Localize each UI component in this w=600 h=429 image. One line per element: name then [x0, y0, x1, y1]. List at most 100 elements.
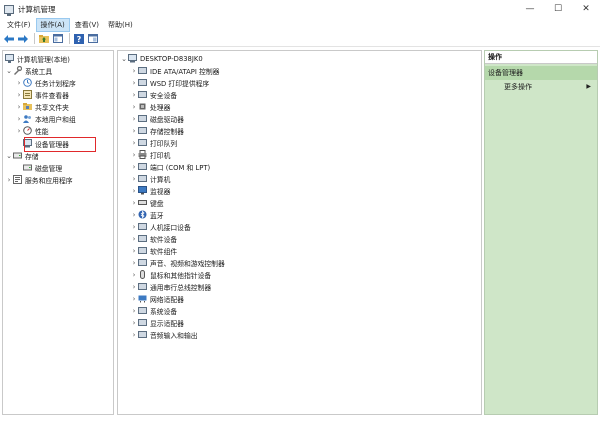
- device-category-label: 计算机: [150, 175, 171, 184]
- device-category[interactable]: › 软件组件: [130, 245, 178, 256]
- up-folder-icon[interactable]: [38, 33, 50, 45]
- tree-item-services-apps[interactable]: › 服务和应用程序: [5, 174, 73, 185]
- expand-chevron-icon[interactable]: ›: [130, 329, 138, 340]
- menu-help[interactable]: 帮助(H): [104, 19, 137, 31]
- console-tree-icon[interactable]: [52, 33, 64, 45]
- device-category[interactable]: › 网络适配器: [130, 293, 184, 304]
- keyboard-icon: [138, 198, 147, 207]
- expand-chevron-icon[interactable]: ›: [130, 89, 138, 100]
- device-category[interactable]: › 显示适配器: [130, 317, 184, 328]
- device-category[interactable]: › 软件设备: [130, 233, 178, 244]
- collapse-chevron-icon[interactable]: ⌄: [120, 53, 128, 64]
- expand-chevron-icon[interactable]: ›: [15, 77, 23, 88]
- tree-item-task-scheduler[interactable]: › 任务计划程序: [15, 77, 76, 88]
- more-actions-link[interactable]: 更多操作: [485, 81, 597, 93]
- properties-icon[interactable]: [87, 33, 99, 45]
- device-category[interactable]: › 声音、视频和游戏控制器: [130, 257, 225, 268]
- collapse-chevron-icon[interactable]: ⌄: [5, 150, 13, 161]
- device-category[interactable]: › 处理器: [130, 101, 171, 112]
- maximize-button[interactable]: ☐: [544, 0, 572, 18]
- close-button[interactable]: ✕: [572, 0, 600, 18]
- expand-chevron-icon[interactable]: ›: [130, 233, 138, 244]
- tree-item-system-tools[interactable]: ⌄ 系统工具: [5, 65, 52, 76]
- expand-chevron-icon[interactable]: ›: [130, 317, 138, 328]
- device-category[interactable]: › 鼠标和其他指针设备: [130, 269, 211, 280]
- device-category-label: 软件组件: [150, 247, 178, 256]
- device-category[interactable]: › 监视器: [130, 185, 170, 196]
- expand-chevron-icon[interactable]: ›: [130, 221, 138, 232]
- device-category[interactable]: › 通用串行总线控制器: [130, 281, 212, 292]
- expand-chevron-icon[interactable]: ›: [130, 245, 138, 256]
- expand-chevron-icon[interactable]: ›: [15, 89, 23, 100]
- monitor-icon: [138, 186, 147, 195]
- tree-item-shared-folders[interactable]: › 共享文件夹: [15, 101, 69, 112]
- device-category[interactable]: › 人机接口设备: [130, 221, 191, 232]
- back-arrow-icon[interactable]: [3, 33, 15, 45]
- minimize-button[interactable]: —: [516, 0, 544, 18]
- device-category-label: 鼠标和其他指针设备: [150, 271, 212, 280]
- menu-action[interactable]: 操作(A): [35, 17, 70, 32]
- expand-chevron-icon[interactable]: ›: [130, 185, 138, 196]
- window-controls: — ☐ ✕: [516, 0, 600, 18]
- expand-chevron-icon[interactable]: ›: [130, 149, 138, 160]
- tree-item-performance[interactable]: › 性能: [15, 125, 49, 136]
- forward-arrow-icon[interactable]: [17, 33, 29, 45]
- device-category[interactable]: › 打印队列: [130, 137, 178, 148]
- device-category[interactable]: › 打印机: [130, 149, 170, 160]
- menu-file[interactable]: 文件(F): [3, 19, 35, 31]
- sound-icon: [138, 258, 147, 267]
- expand-chevron-icon[interactable]: ›: [130, 173, 138, 184]
- expand-chevron-icon[interactable]: ›: [5, 174, 13, 185]
- expand-chevron-icon[interactable]: ›: [15, 125, 23, 136]
- toolbar-separator: [69, 33, 70, 44]
- device-category-label: 存储控制器: [150, 127, 184, 136]
- expand-chevron-icon[interactable]: ›: [130, 113, 138, 124]
- device-category[interactable]: › 磁盘驱动器: [130, 113, 184, 124]
- expand-chevron-icon[interactable]: ›: [130, 101, 138, 112]
- tree-item-disk-management[interactable]: 磁盘管理: [23, 162, 62, 173]
- tree-item-event-viewer[interactable]: › 事件查看器: [15, 89, 69, 100]
- expand-chevron-icon[interactable]: ›: [130, 197, 138, 208]
- expand-chevron-icon[interactable]: ›: [15, 113, 23, 124]
- toolbar-separator: [34, 33, 35, 44]
- expand-chevron-icon[interactable]: ›: [130, 137, 138, 148]
- audio-io-icon: [138, 330, 147, 339]
- menu-bar: 文件(F) 操作(A) 查看(V) 帮助(H): [0, 17, 600, 32]
- device-category-label: 打印队列: [150, 139, 178, 148]
- menu-view[interactable]: 查看(V): [71, 19, 103, 31]
- expand-chevron-icon[interactable]: ›: [130, 209, 138, 220]
- actions-section-device-manager[interactable]: 设备管理器: [485, 66, 597, 80]
- expand-chevron-icon[interactable]: ›: [130, 269, 138, 280]
- device-category[interactable]: › 系统设备: [130, 305, 178, 316]
- device-category[interactable]: › 计算机: [130, 173, 171, 184]
- device-category[interactable]: › 安全设备: [130, 89, 178, 100]
- event-log-icon: [23, 90, 32, 99]
- device-category[interactable]: › 键盘: [130, 197, 164, 208]
- expand-chevron-icon[interactable]: ›: [130, 257, 138, 268]
- tree-item-root[interactable]: 计算机管理(本地): [5, 53, 70, 64]
- device-category[interactable]: › IDE ATA/ATAPI 控制器: [130, 65, 220, 76]
- device-category[interactable]: › 端口 (COM 和 LPT): [130, 161, 211, 172]
- tree-item-local-users[interactable]: › 本地用户和组: [15, 113, 76, 124]
- bluetooth-icon: [138, 210, 147, 219]
- expand-chevron-icon[interactable]: ›: [130, 161, 138, 172]
- expand-chevron-icon[interactable]: ›: [130, 125, 138, 136]
- expand-chevron-icon[interactable]: ›: [130, 305, 138, 316]
- device-category-label: 通用串行总线控制器: [150, 283, 212, 292]
- collapse-chevron-icon[interactable]: ⌄: [5, 65, 13, 76]
- help-icon[interactable]: ?: [73, 33, 85, 45]
- expand-chevron-icon[interactable]: ›: [130, 77, 138, 88]
- computer-icon: [128, 54, 137, 63]
- expand-chevron-icon[interactable]: ›: [130, 65, 138, 76]
- expand-chevron-icon[interactable]: ›: [15, 101, 23, 112]
- printer-icon: [138, 150, 147, 159]
- expand-chevron-icon[interactable]: ›: [130, 281, 138, 292]
- expand-chevron-icon[interactable]: ›: [130, 293, 138, 304]
- device-category[interactable]: › 蓝牙: [130, 209, 164, 220]
- device-category[interactable]: › 存储控制器: [130, 125, 184, 136]
- device-tree-root[interactable]: ⌄ DESKTOP-D838JK0: [120, 53, 203, 64]
- device-category-label: 打印机: [150, 151, 171, 160]
- storage-controller-icon: [138, 126, 147, 135]
- device-category[interactable]: › 音频输入和输出: [130, 329, 198, 340]
- device-category[interactable]: › WSD 打印提供程序: [130, 77, 210, 88]
